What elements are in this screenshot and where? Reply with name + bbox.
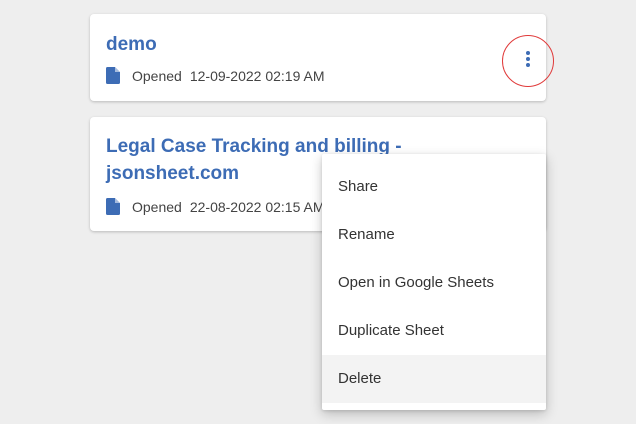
opened-label: Opened — [132, 198, 182, 215]
file-icon — [106, 67, 120, 84]
more-options-button[interactable] — [502, 35, 554, 87]
more-vert-icon — [525, 50, 531, 73]
menu-item-share[interactable]: Share — [322, 163, 546, 211]
menu-item-rename[interactable]: Rename — [322, 211, 546, 259]
sheet-card-demo[interactable]: demo Opened 12-09-2022 02:19 AM — [90, 14, 546, 101]
sheet-meta: Opened 12-09-2022 02:19 AM — [106, 67, 324, 84]
menu-item-delete[interactable]: Delete — [322, 355, 546, 403]
file-icon — [106, 198, 120, 215]
menu-item-duplicate-sheet[interactable]: Duplicate Sheet — [322, 307, 546, 355]
sheet-meta: Opened 22-08-2022 02:15 AM — [106, 198, 324, 215]
sheet-title[interactable]: demo — [106, 31, 506, 58]
context-menu: Share Rename Open in Google Sheets Dupli… — [322, 154, 546, 410]
opened-timestamp: 12-09-2022 02:19 AM — [189, 67, 325, 84]
menu-item-open-in-google-sheets[interactable]: Open in Google Sheets — [322, 259, 546, 307]
opened-label: Opened — [132, 67, 182, 84]
opened-timestamp: 22-08-2022 02:15 AM — [189, 198, 325, 215]
